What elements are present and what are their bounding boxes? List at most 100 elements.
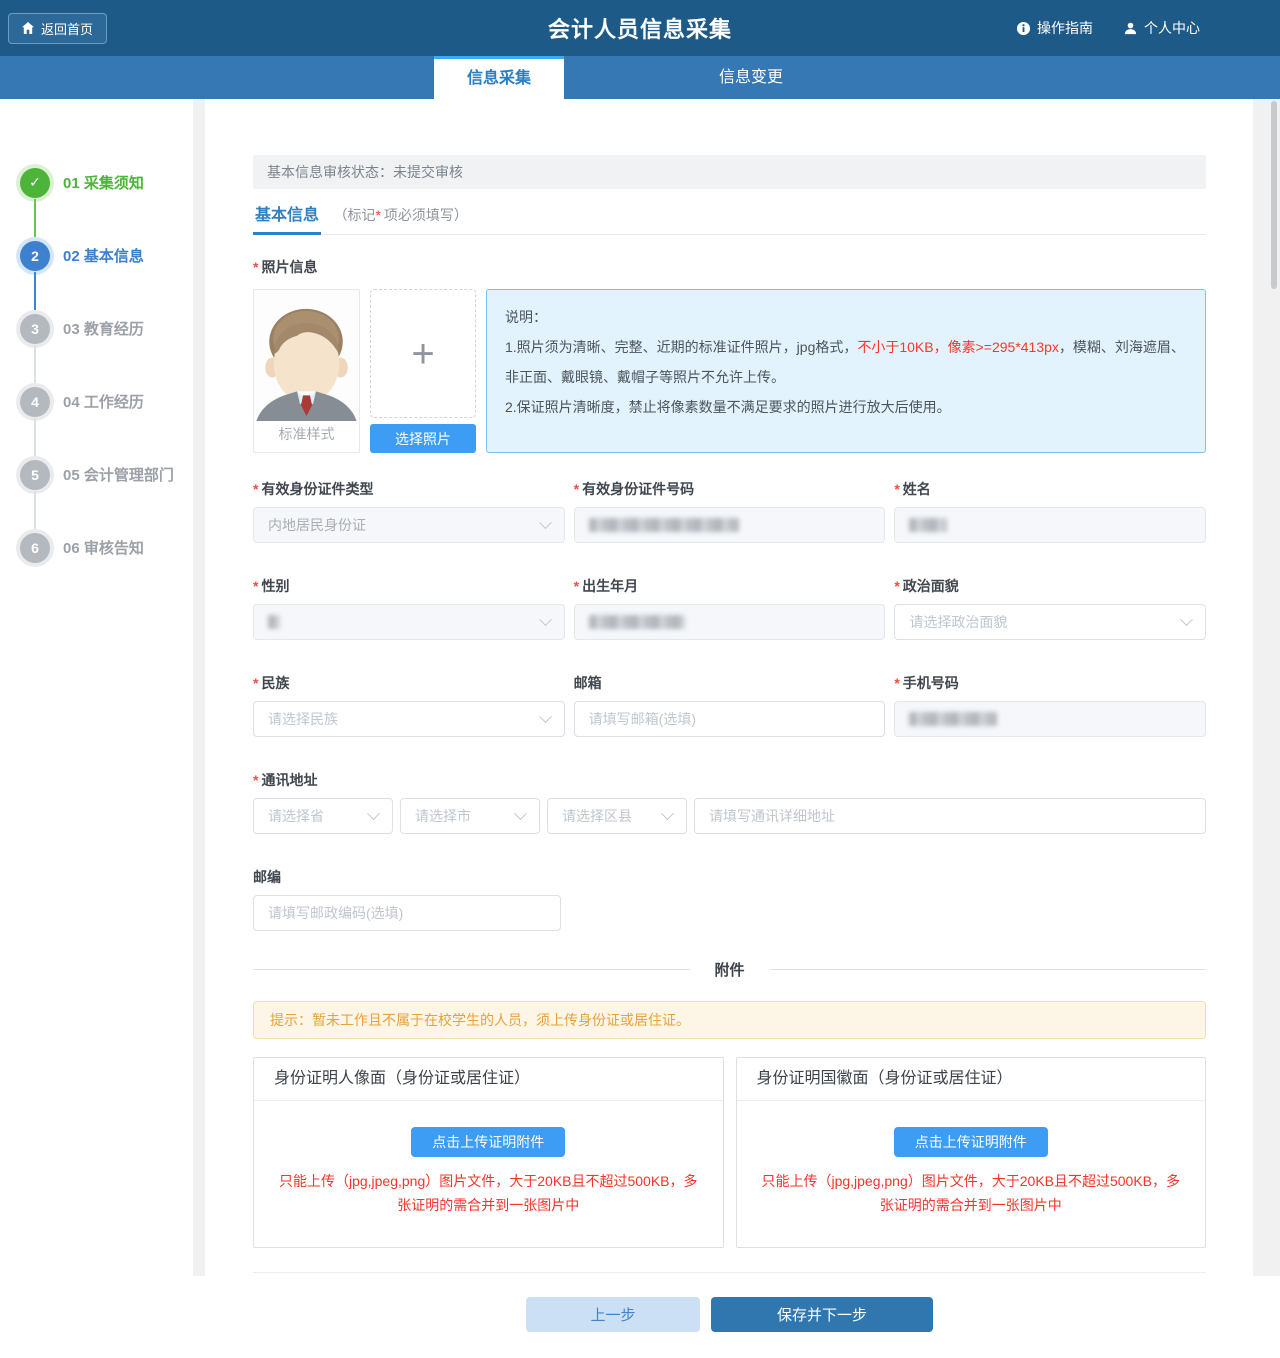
step-item-02-basic-info[interactable]: 2 02 基本信息 [20, 219, 193, 292]
section-header: 基本信息 （标记*项必须填写） [253, 202, 1206, 235]
main-content: 基本信息审核状态：未提交审核 基本信息 （标记*项必须填写） *照片信息 [205, 99, 1253, 1276]
step-label: 06 审核告知 [63, 537, 144, 558]
attachments-divider-label: 附件 [715, 959, 745, 980]
main-tabs: 信息采集 信息变更 [0, 56, 1280, 99]
step-label: 03 教育经历 [63, 318, 144, 339]
province-select[interactable]: 请选择省 [253, 798, 393, 834]
photo-note-title: 说明： [505, 302, 1187, 332]
required-asterisk: * [894, 578, 899, 594]
scroll-gutter [1253, 99, 1280, 1276]
select-placeholder: 请选择市 [415, 806, 471, 826]
id-number-input[interactable] [574, 507, 886, 543]
id-front-upload-button[interactable]: 点击上传证明附件 [411, 1127, 565, 1157]
email-input[interactable] [574, 701, 886, 737]
redacted-value [268, 615, 280, 629]
step-item-03-education[interactable]: 3 03 教育经历 [20, 292, 193, 365]
id-front-upload-box: 身份证明人像面（身份证或居住证） 点击上传证明附件 只能上传（jpg,jpeg,… [253, 1057, 724, 1248]
id-front-upload-note: 只能上传（jpg,jpeg,png）图片文件，大于20KB且不超过500KB，多… [276, 1169, 701, 1217]
field-name: *姓名 [894, 479, 1206, 543]
required-asterisk: * [574, 481, 579, 497]
sidebar-divider [193, 99, 205, 1276]
step-circle: 4 [20, 387, 50, 417]
section-title: 基本信息 [253, 202, 321, 235]
redacted-value [589, 518, 739, 532]
chevron-down-icon [367, 807, 380, 820]
chevron-down-icon [514, 807, 527, 820]
fields-grid: *有效身份证件类型 内地居民身份证 *有效身份证件号码 *姓名 *性别 [253, 479, 1206, 737]
step-label: 01 采集须知 [63, 172, 144, 193]
review-status-bar: 基本信息审核状态：未提交审核 [253, 155, 1206, 189]
photo-row: 标准样式 + 选择照片 说明： 1.照片须为清晰、完整、近期的标准证件照片，jp… [253, 289, 1206, 453]
step-done-circle: ✓ [20, 168, 50, 198]
ethnicity-select[interactable]: 请选择民族 [253, 701, 565, 737]
scrollbar[interactable] [1271, 101, 1277, 289]
name-input[interactable] [894, 507, 1206, 543]
steps-sidebar: ✓ 01 采集须知 2 02 基本信息 3 03 教育经历 4 04 工作经历 … [0, 99, 193, 1276]
choose-photo-button[interactable]: 选择照片 [370, 424, 476, 453]
required-asterisk: * [253, 481, 258, 497]
field-zip: 邮编 [253, 867, 1206, 931]
phone-input[interactable] [894, 701, 1206, 737]
zip-code-input[interactable] [253, 895, 561, 931]
select-placeholder: 请选择政治面貌 [909, 612, 1007, 632]
field-id-number: *有效身份证件号码 [574, 479, 886, 543]
top-header: 返回首页 会计人员信息采集 操作指南 个人中心 [0, 0, 1280, 56]
sample-avatar-image [254, 290, 359, 421]
page: 返回首页 会计人员信息采集 操作指南 个人中心 信息采集 信息变更 ✓ 01 采… [0, 0, 1280, 1276]
tab-info-collection[interactable]: 信息采集 [434, 56, 564, 99]
step-item-04-work[interactable]: 4 04 工作经历 [20, 365, 193, 438]
step-item-05-accounting-dept[interactable]: 5 05 会计管理部门 [20, 438, 193, 511]
header-links: 操作指南 个人中心 [1016, 18, 1200, 38]
id-type-value: 内地居民身份证 [268, 515, 366, 535]
city-select[interactable]: 请选择市 [400, 798, 540, 834]
chevron-down-icon [1180, 613, 1193, 626]
photo-info-label: *照片信息 [253, 257, 1206, 277]
district-select[interactable]: 请选择区县 [547, 798, 687, 834]
select-placeholder: 请选择民族 [268, 709, 338, 729]
redacted-value [909, 518, 947, 532]
guide-label: 操作指南 [1037, 18, 1093, 38]
gender-select[interactable] [253, 604, 565, 640]
step-item-01-notice[interactable]: ✓ 01 采集须知 [20, 146, 193, 219]
field-id-type: *有效身份证件类型 内地居民身份证 [253, 479, 565, 543]
personal-center-link[interactable]: 个人中心 [1123, 18, 1200, 38]
attachments-tip-banner: 提示：暂未工作且不属于在校学生的人员，须上传身份证或居住证。 [253, 1001, 1206, 1039]
form-footer: 上一步 保存并下一步 [253, 1272, 1206, 1358]
page-title: 会计人员信息采集 [548, 12, 732, 44]
personal-center-label: 个人中心 [1144, 18, 1200, 38]
photo-upload-dropzone[interactable]: + [370, 289, 476, 418]
check-icon: ✓ [29, 174, 41, 191]
redacted-value [589, 615, 685, 629]
redacted-value [909, 712, 997, 726]
id-back-upload-button[interactable]: 点击上传证明附件 [894, 1127, 1048, 1157]
guide-link[interactable]: 操作指南 [1016, 18, 1093, 38]
required-asterisk: * [253, 675, 258, 691]
previous-step-button[interactable]: 上一步 [526, 1297, 700, 1332]
required-asterisk: * [375, 207, 380, 223]
tab-info-change[interactable]: 信息变更 [686, 56, 816, 99]
field-email: 邮箱 [574, 673, 886, 737]
back-home-button[interactable]: 返回首页 [8, 13, 107, 44]
step-label: 05 会计管理部门 [63, 464, 174, 485]
political-status-select[interactable]: 请选择政治面貌 [894, 604, 1206, 640]
home-icon [22, 22, 34, 34]
info-icon [1016, 21, 1031, 36]
address-detail-input[interactable] [694, 798, 1206, 834]
chevron-down-icon [539, 613, 552, 626]
photo-upload-column: + 选择照片 [370, 289, 476, 453]
id-type-select[interactable]: 内地居民身份证 [253, 507, 565, 543]
field-address: *通讯地址 请选择省 请选择市 请选择区县 [253, 770, 1206, 834]
plus-icon: + [411, 334, 434, 374]
step-active-circle: 2 [20, 241, 50, 271]
id-front-upload-title: 身份证明人像面（身份证或居住证） [254, 1058, 723, 1101]
id-back-upload-note: 只能上传（jpg,jpeg,png）图片文件，大于20KB且不超过500KB，多… [759, 1169, 1184, 1217]
select-placeholder: 请选择区县 [562, 806, 632, 826]
save-and-next-button[interactable]: 保存并下一步 [711, 1297, 933, 1332]
chevron-down-icon [539, 516, 552, 529]
field-birth-date: *出生年月 [574, 576, 886, 640]
photo-instructions-box: 说明： 1.照片须为清晰、完整、近期的标准证件照片，jpg格式，不小于10KB，… [486, 289, 1206, 453]
birth-date-input[interactable] [574, 604, 886, 640]
field-gender: *性别 [253, 576, 565, 640]
step-item-06-review-notice[interactable]: 6 06 审核告知 [20, 511, 193, 584]
step-circle: 3 [20, 314, 50, 344]
